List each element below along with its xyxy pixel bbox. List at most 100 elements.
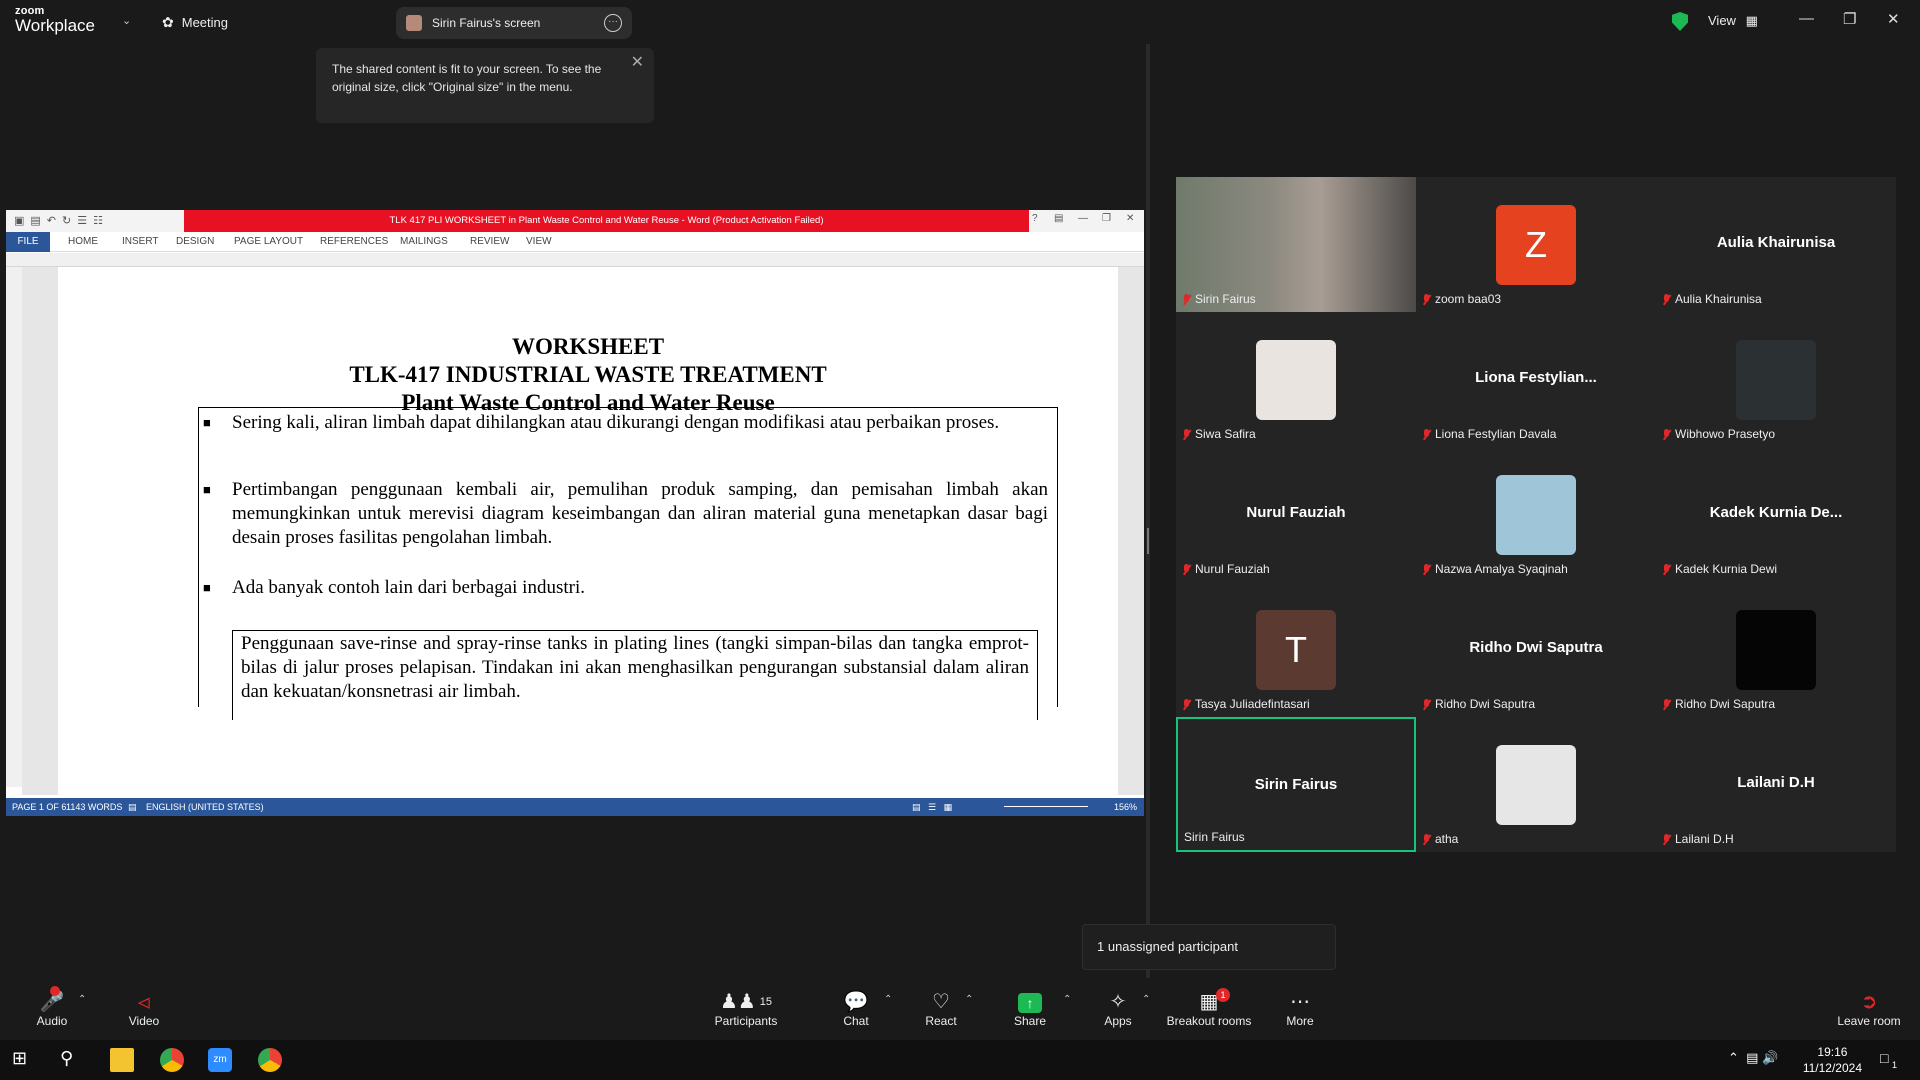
file-explorer-icon[interactable] — [110, 1048, 134, 1072]
windows-taskbar: ⊞ ⚲ zm ⌃ ▤ 🔊 19:16 11/12/2024 □ 1 — [0, 1040, 1920, 1080]
leave-room-button[interactable]: ➲ Leave room — [1836, 990, 1902, 1028]
notifications-icon[interactable]: □ — [1880, 1050, 1888, 1066]
avatar — [1736, 610, 1816, 690]
zoom-top-bar: zoom Workplace ⌄ ✿ Meeting Sirin Fairus'… — [0, 0, 1920, 44]
avatar — [1496, 475, 1576, 555]
share-button[interactable]: ↑ Share — [1010, 990, 1050, 1028]
participant-name: Kadek Kurnia Dewi — [1675, 562, 1778, 576]
restore-icon[interactable]: ❐ — [1843, 10, 1856, 28]
tab-view: VIEW — [526, 236, 552, 247]
zoom-level: 156% — [1114, 802, 1138, 812]
notifications-count: 1 — [1892, 1060, 1898, 1070]
participant-display-name: Aulia Khairunisa — [1716, 234, 1836, 251]
zoom-app-icon[interactable]: zm — [208, 1048, 232, 1072]
participant-tile[interactable]: T Tasya Juliadefintasari — [1176, 582, 1416, 717]
share-options-caret[interactable]: ⌃ — [1063, 994, 1071, 1005]
avatar — [1256, 340, 1336, 420]
audio-label: Audio — [36, 1014, 68, 1028]
audio-options-caret[interactable]: ⌃ — [78, 994, 86, 1005]
participant-tile[interactable]: Kadek Kurnia De... Kadek Kurnia Dewi — [1656, 447, 1896, 582]
avatar — [1496, 745, 1576, 825]
participants-count: 15 — [759, 996, 773, 1008]
participant-display-name: Sirin Fairus — [1254, 776, 1338, 793]
breakout-rooms-button[interactable]: ▦ Breakout rooms — [1164, 990, 1254, 1028]
participant-tile[interactable]: Nazwa Amalya Syaqinah — [1416, 447, 1656, 582]
participant-tile[interactable]: Zzoom baa03 — [1416, 177, 1656, 312]
divider-handle[interactable] — [1147, 528, 1149, 554]
apps-options-caret[interactable]: ⌃ — [1142, 994, 1150, 1005]
participant-display-name: Nurul Fauziah — [1246, 504, 1346, 521]
muted-mic-icon — [1182, 428, 1191, 440]
tooltip-text: The shared content is fit to your screen… — [332, 62, 602, 94]
taskbar-clock[interactable]: 19:16 11/12/2024 — [1803, 1044, 1862, 1076]
participant-tile[interactable]: Ridho Dwi Saputra Ridho Dwi Saputra — [1416, 582, 1656, 717]
video-label: Video — [128, 1014, 160, 1028]
tray-icons[interactable]: ⌃ ▤ 🔊 — [1728, 1050, 1778, 1066]
word-close-icon: ✕ — [1126, 213, 1135, 224]
view-button[interactable]: View ▦ — [1708, 13, 1758, 29]
muted-mic-icon — [1422, 698, 1431, 710]
bullet-text-3: Ada banyak contoh lain dari berbagai ind… — [232, 577, 585, 598]
muted-mic-icon — [1182, 698, 1191, 710]
participant-name-label: zoom baa03 — [1422, 292, 1501, 306]
participant-name: Lailani D.H — [1675, 832, 1734, 846]
react-button[interactable]: ♡ React — [920, 990, 962, 1028]
participants-label: Participants — [714, 1014, 778, 1028]
minimize-icon[interactable]: — — [1799, 10, 1814, 27]
unassigned-participant-notice[interactable]: 1 unassigned participant — [1082, 924, 1336, 970]
video-button[interactable]: ⏿ Video — [122, 990, 166, 1028]
video-off-icon: ⏿ — [137, 991, 151, 1013]
meeting-toolbar: 🎤 Audio ⌃ ⏿ Video ♟♟ 15 Participants 💬 Ch… — [0, 980, 1920, 1040]
participant-tile[interactable]: Ridho Dwi Saputra — [1656, 582, 1896, 717]
more-button[interactable]: ⋯ More — [1282, 990, 1318, 1028]
participant-tile[interactable]: Liona Festylian... Liona Festylian Davala — [1416, 312, 1656, 447]
participant-tile[interactable]: Aulia Khairunisa Aulia Khairunisa — [1656, 177, 1896, 312]
apps-icon: ✧ — [1109, 991, 1127, 1013]
participant-name: Siwa Safira — [1195, 427, 1256, 441]
audio-button[interactable]: 🎤 Audio — [30, 990, 74, 1028]
split-divider[interactable] — [1146, 44, 1150, 978]
meeting-label: Meeting — [181, 15, 228, 30]
chrome-icon[interactable] — [160, 1048, 184, 1072]
participant-tile[interactable]: Lailani D.H Lailani D.H — [1656, 717, 1896, 852]
chrome-icon[interactable] — [258, 1048, 282, 1072]
participant-name-label: Siwa Safira — [1182, 427, 1256, 441]
meeting-menu[interactable]: ✿ Meeting — [162, 14, 228, 31]
participant-name-label: Ridho Dwi Saputra — [1662, 697, 1775, 711]
participant-name-label: Wibhowo Prasetyo — [1662, 427, 1775, 441]
windows-start-icon[interactable]: ⊞ — [12, 1048, 36, 1072]
view-label: View — [1708, 13, 1736, 28]
close-icon[interactable]: ✕ — [1887, 10, 1900, 28]
ribbon-display-icon: ▤ — [1054, 213, 1064, 224]
muted-mic-icon — [1662, 698, 1671, 710]
chat-button[interactable]: 💬 Chat — [836, 990, 876, 1028]
shared-screen-pill[interactable]: Sirin Fairus's screen ··· — [396, 7, 632, 39]
search-icon[interactable]: ⚲ — [60, 1048, 84, 1072]
participant-name: Nurul Fauziah — [1195, 562, 1270, 576]
chat-label: Chat — [843, 1014, 869, 1028]
chat-options-caret[interactable]: ⌃ — [884, 994, 892, 1005]
react-options-caret[interactable]: ⌃ — [965, 994, 973, 1005]
participant-name: Sirin Fairus — [1184, 830, 1245, 844]
participant-tile[interactable]: Nurul Fauziah Nurul Fauziah — [1176, 447, 1416, 582]
participant-tile[interactable]: Wibhowo Prasetyo — [1656, 312, 1896, 447]
more-options-icon[interactable]: ··· — [604, 14, 622, 32]
participant-tile[interactable]: Sirin Fairus Sirin Fairus — [1176, 717, 1416, 852]
clock-date: 11/12/2024 — [1802, 1061, 1862, 1075]
tab-references: REFERENCES — [320, 236, 389, 247]
participant-display-name: Lailani D.H — [1737, 774, 1815, 791]
tooltip-close-icon[interactable]: ✕ — [631, 54, 644, 72]
chevron-down-icon[interactable]: ⌄ — [122, 14, 131, 27]
apps-button[interactable]: ✧ Apps — [1100, 990, 1136, 1028]
participant-name: Sirin Fairus — [1195, 292, 1256, 306]
leave-label: Leave room — [1837, 1014, 1901, 1028]
participants-button[interactable]: ♟♟ 15 Participants — [712, 990, 780, 1028]
participant-tile[interactable]: Sirin Fairus — [1176, 177, 1416, 312]
zoom-logo[interactable]: zoom Workplace — [15, 6, 95, 35]
participant-gallery: Sirin Fairus Zzoom baa03 Aulia Khairunisa A… — [1176, 177, 1896, 852]
participant-tile[interactable]: Siwa Safira — [1176, 312, 1416, 447]
bullet-icon: ■ — [203, 580, 211, 595]
participant-tile[interactable]: atha — [1416, 717, 1656, 852]
encryption-shield-icon[interactable] — [1672, 12, 1688, 31]
more-label: More — [1286, 1014, 1314, 1028]
